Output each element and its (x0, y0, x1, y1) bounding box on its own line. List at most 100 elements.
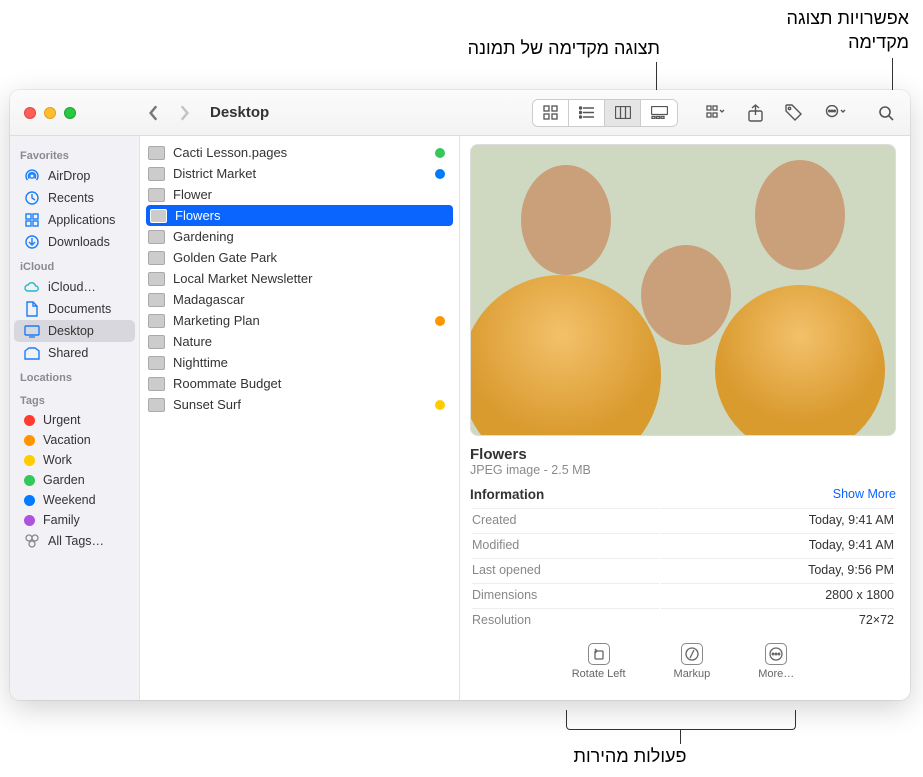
file-thumb-icon (150, 209, 167, 223)
quick-action-label: Rotate Left (572, 668, 626, 680)
file-row[interactable]: Sunset Surf (140, 394, 459, 415)
sidebar-item-garden[interactable]: Garden (14, 470, 135, 490)
back-button[interactable] (148, 104, 160, 122)
more-menu-icon[interactable] (824, 105, 848, 121)
info-key: Last opened (472, 558, 659, 581)
sidebar-item-label: Applications (48, 213, 115, 227)
info-value: 72×72 (661, 608, 894, 631)
sidebar-item-label: Vacation (43, 433, 91, 447)
sidebar-item-airdrop[interactable]: AirDrop (14, 165, 135, 187)
info-row: CreatedToday, 9:41 AM (472, 508, 894, 531)
more-icon (765, 643, 787, 665)
search-icon[interactable] (878, 105, 894, 121)
file-row[interactable]: Flowers (146, 205, 453, 226)
quick-action-markup[interactable]: Markup (674, 643, 711, 680)
info-row: Last openedToday, 9:56 PM (472, 558, 894, 581)
sidebar-item-urgent[interactable]: Urgent (14, 410, 135, 430)
view-icon-grid[interactable] (533, 100, 569, 126)
sidebar-item-all-tags-[interactable]: All Tags… (14, 530, 135, 552)
callout-bracket (566, 710, 796, 730)
sidebar-item-vacation[interactable]: Vacation (14, 430, 135, 450)
preview-title: Flowers (470, 446, 896, 463)
file-row[interactable]: Golden Gate Park (140, 247, 459, 268)
apps-icon (24, 212, 40, 228)
file-row[interactable]: Nighttime (140, 352, 459, 373)
quick-action-more[interactable]: More… (758, 643, 794, 680)
file-row[interactable]: Nature (140, 331, 459, 352)
sidebar-item-shared[interactable]: Shared (14, 342, 135, 364)
sidebar-item-label: Downloads (48, 235, 110, 249)
sidebar-item-label: Urgent (43, 413, 81, 427)
file-row[interactable]: Roommate Budget (140, 373, 459, 394)
airdrop-icon (24, 168, 40, 184)
sidebar-item-label: Family (43, 513, 80, 527)
file-row[interactable]: Flower (140, 184, 459, 205)
sidebar-item-documents[interactable]: Documents (14, 298, 135, 320)
sidebar-item-work[interactable]: Work (14, 450, 135, 470)
show-more-link[interactable]: Show More (833, 487, 896, 502)
file-name: Flowers (175, 208, 221, 223)
forward-button[interactable] (178, 104, 190, 122)
file-name: Roommate Budget (173, 376, 281, 391)
quick-actions: Rotate Left Markup More… (470, 643, 896, 680)
tag-icon[interactable] (785, 104, 802, 121)
file-column: Cacti Lesson.pages District Market Flower F… (140, 136, 460, 700)
sidebar-item-icloud-[interactable]: iCloud… (14, 276, 135, 298)
sidebar-item-label: Recents (48, 191, 94, 205)
info-value: 2800 x 1800 (661, 583, 894, 606)
info-row: Resolution72×72 (472, 608, 894, 631)
file-thumb-icon (148, 398, 165, 412)
zoom-button[interactable] (64, 107, 76, 119)
file-name: Nighttime (173, 355, 228, 370)
file-name: Cacti Lesson.pages (173, 145, 287, 160)
share-icon[interactable] (748, 104, 763, 122)
file-thumb-icon (148, 377, 165, 391)
tag-dot-icon (24, 435, 35, 446)
file-row[interactable]: Local Market Newsletter (140, 268, 459, 289)
sidebar-item-applications[interactable]: Applications (14, 209, 135, 231)
file-row[interactable]: Cacti Lesson.pages (140, 142, 459, 163)
sidebar-item-family[interactable]: Family (14, 510, 135, 530)
sidebar-section-header: Locations (10, 364, 139, 387)
sidebar-item-label: Weekend (43, 493, 96, 507)
sidebar-item-desktop[interactable]: Desktop (14, 320, 135, 342)
tag-dot-icon (24, 475, 35, 486)
file-name: Nature (173, 334, 212, 349)
minimize-button[interactable] (44, 107, 56, 119)
info-value: Today, 9:56 PM (661, 558, 894, 581)
sidebar-item-label: All Tags… (48, 534, 104, 548)
file-name: Flower (173, 187, 212, 202)
group-menu-icon[interactable] (706, 105, 726, 120)
file-row[interactable]: Madagascar (140, 289, 459, 310)
close-button[interactable] (24, 107, 36, 119)
sidebar-item-label: Garden (43, 473, 85, 487)
file-thumb-icon (148, 146, 165, 160)
window-title: Desktop (210, 104, 269, 121)
file-thumb-icon (148, 272, 165, 286)
quick-action-rotate[interactable]: Rotate Left (572, 643, 626, 680)
file-row[interactable]: Marketing Plan (140, 310, 459, 331)
view-gallery-icon[interactable] (641, 100, 677, 126)
sidebar-item-weekend[interactable]: Weekend (14, 490, 135, 510)
sidebar-item-label: Desktop (48, 324, 94, 338)
file-thumb-icon (148, 230, 165, 244)
info-table: CreatedToday, 9:41 AMModifiedToday, 9:41… (470, 506, 896, 633)
file-name: Local Market Newsletter (173, 271, 312, 286)
sidebar-item-recents[interactable]: Recents (14, 187, 135, 209)
info-key: Created (472, 508, 659, 531)
sidebar-item-downloads[interactable]: Downloads (14, 231, 135, 253)
sidebar-item-label: iCloud… (48, 280, 96, 294)
file-row[interactable]: District Market (140, 163, 459, 184)
desktop-icon (24, 323, 40, 339)
markup-icon (681, 643, 703, 665)
download-icon (24, 234, 40, 250)
file-thumb-icon (148, 188, 165, 202)
sidebar-section-header: iCloud (10, 253, 139, 276)
file-row[interactable]: Gardening (140, 226, 459, 247)
file-thumb-icon (148, 251, 165, 265)
view-columns-icon[interactable] (605, 100, 641, 126)
view-list-icon[interactable] (569, 100, 605, 126)
preview-thumbnail[interactable] (470, 144, 896, 436)
clock-icon (24, 190, 40, 206)
finder-window: Desktop FavoritesAirDropRecentsApplicati… (10, 90, 910, 700)
